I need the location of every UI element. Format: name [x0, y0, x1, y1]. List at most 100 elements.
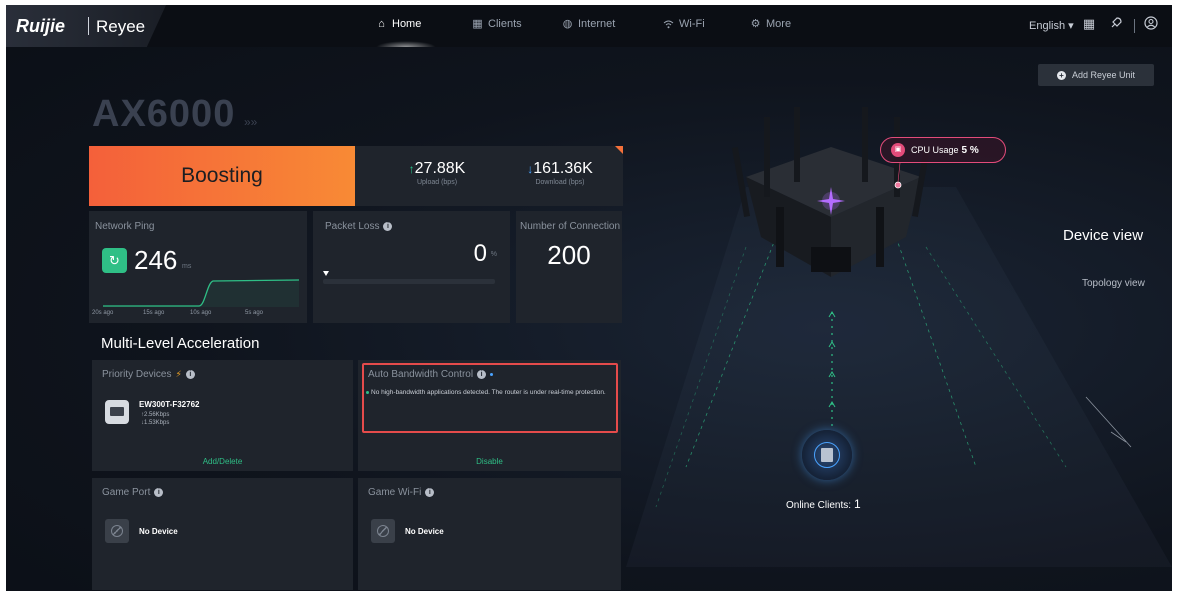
home-icon: ⌂: [378, 17, 385, 30]
packet-loss-label: Packet Loss: [325, 221, 380, 232]
nav-more[interactable]: ⚙ More: [750, 17, 792, 30]
status-dot: [490, 373, 494, 376]
online-clients-count: 1: [854, 497, 861, 511]
ping-axis-15s: 15s ago: [143, 310, 165, 316]
packet-loss-marker: [323, 271, 329, 276]
game-wifi-title: Game Wi-Fi i: [368, 487, 435, 498]
game-port-label: Game Port: [102, 487, 151, 498]
nav-wifi-label: Wi-Fi: [679, 18, 705, 30]
user-icon[interactable]: [1143, 16, 1159, 32]
speed-corner-accent: [615, 146, 623, 154]
cpu-usage-badge[interactable]: ▣ CPU Usage 5 %: [880, 137, 1006, 163]
connections-title: Number of Connection: [520, 221, 621, 232]
packet-loss-unit: %: [490, 251, 497, 258]
info-icon[interactable]: i: [185, 370, 195, 379]
cpu-icon: ▣: [891, 143, 905, 157]
wifi-icon: [663, 19, 674, 30]
plus-icon: +: [1056, 70, 1066, 80]
no-device-icon: [371, 519, 395, 543]
ping-axis-10s: 10s ago: [190, 310, 212, 316]
download-value: 161.36K: [533, 160, 593, 177]
model-arrows: »»: [244, 115, 258, 129]
qr-code-icon[interactable]: ▦: [1081, 16, 1097, 32]
nav-clients-label: Clients: [488, 18, 522, 30]
nav-more-label: More: [766, 18, 792, 30]
nav-internet-label: Internet: [578, 18, 616, 30]
brand-logo[interactable]: Ruijie Reyee: [6, 5, 166, 47]
device-upload: ↑2.56Kbps: [141, 412, 170, 418]
priority-devices-title: Priority Devices ⚡ i: [102, 369, 195, 380]
upload-speed: ↑27.88K Upload (bps): [397, 160, 477, 186]
lightning-icon: ⚡: [175, 369, 182, 379]
disable-button[interactable]: Disable: [358, 457, 621, 471]
download-speed: ↓161.36K Download (bps): [515, 160, 605, 186]
info-icon[interactable]: i: [477, 370, 487, 379]
logo-divider: [88, 17, 89, 35]
priority-devices-panel: Priority Devices ⚡ i EW300T-F32762 ↑2.56…: [92, 360, 353, 471]
ping-unit: ms: [182, 263, 192, 270]
gear-icon: ⚙: [750, 17, 761, 30]
network-ping-card: Network Ping ↻ 246 ms 20s ago 15s ago 10…: [89, 211, 307, 323]
rocket-icon[interactable]: [1108, 16, 1124, 32]
auto-bandwidth-label: Auto Bandwidth Control: [368, 369, 474, 380]
upload-value: 27.88K: [414, 160, 466, 177]
nav-clients[interactable]: ▦ Clients: [472, 17, 522, 30]
ping-graph: [103, 279, 300, 307]
auto-bandwidth-panel: Auto Bandwidth Control i No high-bandwid…: [358, 360, 621, 471]
auto-bandwidth-title: Auto Bandwidth Control i: [368, 369, 495, 380]
device-icon: [105, 400, 129, 424]
packet-loss-card: Packet Loss i 0 %: [313, 211, 510, 323]
device-visual: [626, 107, 1172, 567]
device-name: EW300T-F32762: [139, 400, 200, 409]
game-wifi-empty: No Device: [405, 527, 444, 536]
packet-loss-value: 0: [473, 240, 487, 267]
add-reyee-unit-label: Add Reyee Unit: [1071, 70, 1136, 80]
top-nav-bar: Ruijie Reyee ⌂ Home ▦ Clients ◍ Internet…: [6, 5, 1172, 47]
section-title: Multi-Level Acceleration: [101, 335, 260, 352]
add-reyee-unit-button[interactable]: + Add Reyee Unit: [1038, 64, 1154, 86]
light-beam: [626, 187, 1172, 567]
nav-home[interactable]: ⌂ Home: [376, 18, 421, 30]
status-dot: [366, 390, 369, 394]
top-divider: [1134, 19, 1135, 33]
nav-internet[interactable]: ◍ Internet: [562, 18, 616, 30]
info-icon[interactable]: i: [383, 222, 393, 231]
download-label: Download (bps): [535, 179, 585, 186]
device-download: ↓1.53Kbps: [141, 420, 170, 426]
ruijie-logo: Ruijie: [16, 16, 66, 36]
nav-home-label: Home: [392, 18, 422, 30]
model-name: AX6000: [92, 93, 236, 135]
add-delete-button[interactable]: Add/Delete: [92, 457, 353, 471]
nav-active-indicator: [376, 41, 436, 47]
cpu-usage-label: CPU Usage: [911, 145, 959, 155]
no-device-icon: [105, 519, 129, 543]
language-selector[interactable]: English ▾: [1029, 19, 1074, 32]
client-device-icon: [821, 448, 833, 462]
info-icon[interactable]: i: [425, 488, 435, 497]
ping-axis-5s: 5s ago: [245, 310, 264, 316]
app-frame: Ruijie Reyee ⌂ Home ▦ Clients ◍ Internet…: [6, 5, 1172, 591]
grid-icon: ▦: [472, 17, 483, 30]
ping-axis-20s: 20s ago: [92, 310, 114, 316]
game-port-title: Game Port i: [102, 487, 164, 498]
nav-wifi[interactable]: Wi-Fi: [663, 18, 705, 30]
connections-card: Number of Connection 200: [516, 211, 622, 323]
auto-bandwidth-message-text: No high-bandwidth applications detected.…: [371, 389, 606, 396]
game-wifi-label: Game Wi-Fi: [368, 487, 422, 498]
priority-devices-label: Priority Devices: [102, 369, 172, 380]
boost-button[interactable]: Boosting: [89, 146, 355, 206]
online-clients-label: Online Clients:: [786, 500, 852, 511]
speed-panel: ↑27.88K Upload (bps) ↓161.36K Download (…: [355, 146, 623, 206]
info-icon[interactable]: i: [154, 488, 164, 497]
online-clients-button[interactable]: [802, 430, 852, 480]
auto-bandwidth-message: No high-bandwidth applications detected.…: [366, 388, 616, 397]
cpu-usage-value: 5 %: [961, 144, 979, 156]
topology-view-tab[interactable]: Topology view: [1082, 278, 1145, 289]
ping-title: Network Ping: [95, 221, 155, 232]
device-view-tab[interactable]: Device view: [1063, 227, 1143, 244]
game-port-panel: Game Port i No Device: [92, 478, 353, 590]
game-port-empty: No Device: [139, 527, 178, 536]
online-clients: Online Clients: 1: [786, 497, 861, 511]
game-wifi-panel: Game Wi-Fi i No Device: [358, 478, 621, 590]
connections-value: 200: [547, 240, 591, 270]
